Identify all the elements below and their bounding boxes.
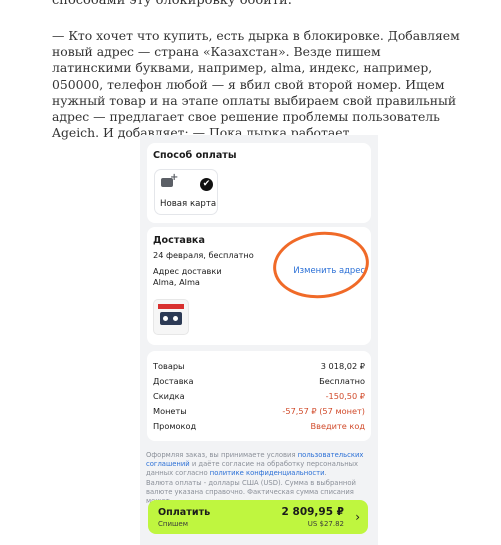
plus-icon: + bbox=[170, 172, 179, 183]
summary-row: Доставка Бесплатно bbox=[153, 376, 365, 388]
pay-amount-usd: US $27.82 bbox=[307, 520, 344, 528]
summary-label: Товары bbox=[153, 361, 185, 371]
promo-code-input[interactable]: Введите код bbox=[311, 421, 366, 431]
pay-button-sublabel: Спишем bbox=[158, 520, 189, 528]
summary-label: Монеты bbox=[153, 406, 187, 416]
summary-row: Монеты -57,57 ₽ (57 монет) bbox=[153, 406, 365, 418]
pay-button-label: Оплатить bbox=[158, 507, 211, 518]
delivery-title: Доставка bbox=[153, 235, 205, 246]
new-card-label: Новая карта bbox=[160, 199, 217, 209]
legal-text: Оформляя заказ, вы принимаете условия bbox=[146, 451, 298, 459]
checkmark-icon: ✔ bbox=[200, 178, 213, 191]
pay-button[interactable]: Оплатить Спишем 2 809,95 ₽ US $27.82 › bbox=[148, 500, 368, 534]
delivery-address-value: Alma, Alma bbox=[153, 277, 200, 287]
summary-row: Скидка -150,50 ₽ bbox=[153, 391, 365, 403]
article-top-line: способами эту блокировку обойти. bbox=[52, 0, 292, 8]
summary-value: 3 018,02 ₽ bbox=[320, 361, 365, 371]
checkout-screenshot: Способ оплаты + ✔ Новая карта Доставка 2… bbox=[140, 135, 378, 545]
summary-label: Доставка bbox=[153, 376, 194, 386]
summary-row: Товары 3 018,02 ₽ bbox=[153, 361, 365, 373]
summary-label: Скидка bbox=[153, 391, 185, 401]
payment-method-card: Способ оплаты + ✔ Новая карта bbox=[147, 143, 371, 223]
payment-method-title: Способ оплаты bbox=[153, 150, 237, 161]
chevron-right-icon: › bbox=[355, 510, 360, 524]
summary-value: Бесплатно bbox=[319, 376, 365, 386]
legal-text: . bbox=[324, 469, 327, 477]
product-thumbnail[interactable] bbox=[154, 300, 188, 334]
summary-row[interactable]: Промокод Введите код bbox=[153, 421, 365, 433]
summary-value: -150,50 ₽ bbox=[325, 391, 365, 401]
summary-label: Промокод bbox=[153, 421, 197, 431]
legal-notice: Оформляя заказ, вы принимаете условия по… bbox=[146, 451, 372, 478]
order-summary-card: Товары 3 018,02 ₽ Доставка Бесплатно Ски… bbox=[147, 351, 371, 441]
annotation-circle bbox=[269, 227, 373, 303]
summary-value[interactable]: -57,57 ₽ (57 монет) bbox=[282, 406, 365, 416]
delivery-card: Доставка 24 февраля, бесплатно Адрес дос… bbox=[147, 227, 373, 345]
pay-amount: 2 809,95 ₽ bbox=[281, 506, 344, 518]
delivery-address-label: Адрес доставки bbox=[153, 266, 222, 276]
article-paragraph: — Кто хочет что купить, есть дырка в бло… bbox=[52, 28, 460, 141]
new-card-option[interactable]: + ✔ Новая карта bbox=[155, 170, 217, 214]
delivery-date: 24 февраля, бесплатно bbox=[153, 250, 254, 260]
privacy-policy-link[interactable]: политике конфиденциальности bbox=[210, 469, 325, 477]
